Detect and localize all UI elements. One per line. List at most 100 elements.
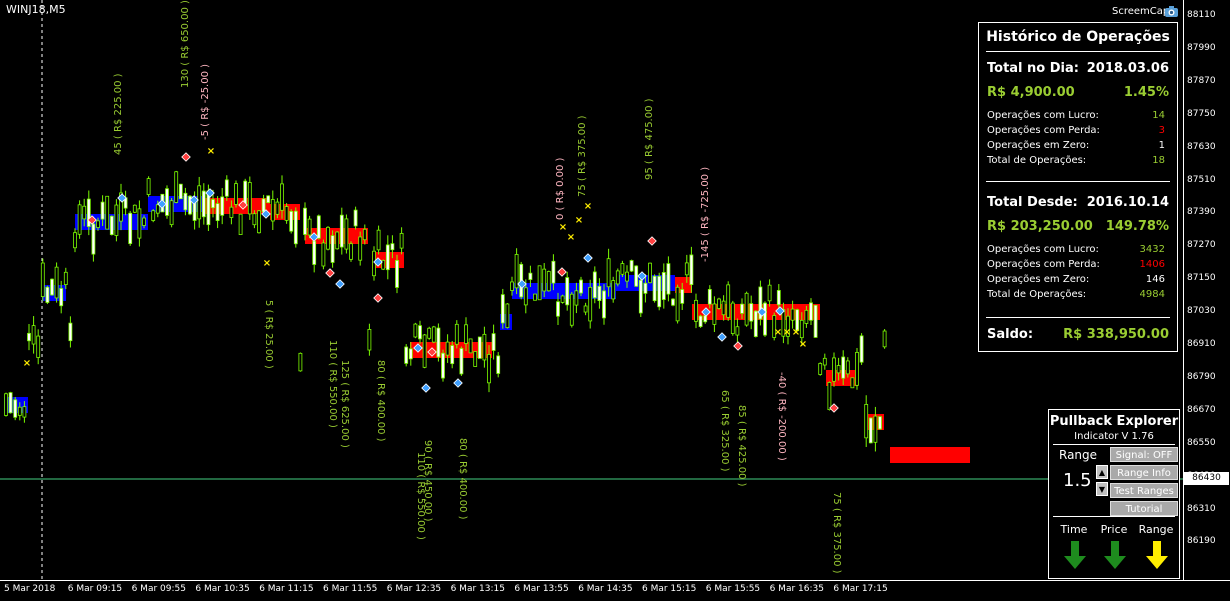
trade-marker <box>325 268 335 278</box>
candle-body <box>638 279 643 314</box>
candle-body <box>335 231 340 250</box>
candle-body <box>344 218 349 250</box>
candle-body <box>468 338 473 354</box>
candle-body <box>505 303 510 329</box>
trade-label: 80 ( R$ 400.00 ) <box>457 438 468 520</box>
test-ranges-button[interactable]: Test Ranges <box>1110 483 1178 498</box>
stat-label: Operações com Perda: <box>987 125 1100 136</box>
time-arrow-down-icon <box>1064 541 1086 569</box>
candle-body <box>431 326 436 343</box>
candle-body <box>404 346 409 364</box>
candle-body <box>142 217 146 226</box>
candle-body <box>726 284 731 318</box>
candle-body <box>813 304 818 338</box>
since-total-label: Total Desde: <box>987 195 1078 210</box>
candle-body <box>832 357 836 382</box>
candle-body <box>413 323 418 338</box>
candle-body <box>17 406 22 416</box>
range-value: 1.5 <box>1063 470 1092 491</box>
candle-body <box>169 200 174 226</box>
range-up-button[interactable]: ▲ <box>1096 465 1108 479</box>
candle-body <box>684 262 689 276</box>
candle-body <box>551 260 556 284</box>
candle-body <box>873 415 878 443</box>
trade-marker <box>453 378 463 388</box>
price-column-label: Price <box>1100 523 1128 536</box>
candle-body <box>809 302 813 321</box>
candle-body <box>675 286 680 322</box>
candle-body <box>767 284 772 302</box>
screemcap-label: ScreemCap <box>1112 6 1170 17</box>
time-tick: 6 Mar 11:15 <box>259 584 314 594</box>
price-scale[interactable]: 88110 87990 87870 87750 87630 87510 87390 87270… <box>1183 0 1230 580</box>
balance-value: R$ 338,950.00 <box>1063 327 1169 342</box>
candle-body <box>882 330 887 348</box>
candle-body <box>330 235 335 263</box>
candle-body <box>137 208 142 239</box>
history-panel: Histórico de Operações Total no Dia: 201… <box>978 22 1178 352</box>
exit-marker: × <box>799 339 807 350</box>
candle-body <box>740 303 744 314</box>
candle-body <box>174 171 179 203</box>
stat-row: Operações com Perda: 3 <box>987 125 1165 136</box>
signal-button[interactable]: Signal: OFF <box>1110 447 1178 462</box>
candle-body <box>776 290 781 306</box>
price-tick: 86190 <box>1187 536 1216 547</box>
camera-icon[interactable] <box>1164 4 1179 19</box>
range-info-button[interactable]: Range Info <box>1110 465 1178 480</box>
candle-body <box>422 334 427 368</box>
candle-body <box>385 244 390 271</box>
candle-body <box>63 271 68 285</box>
candle-body <box>491 333 496 351</box>
time-tick: 6 Mar 12:35 <box>386 584 442 594</box>
since-amount-row: R$ 203,250.00 149.78% <box>987 219 1169 234</box>
trade-label: -40 ( R$ -200.00 ) <box>776 372 787 461</box>
candle-body <box>533 293 537 301</box>
trade-marker <box>583 253 593 263</box>
current-price-badge: 86430 <box>1184 472 1229 485</box>
stat-label: Total de Operações: <box>987 155 1087 166</box>
trade-label: 110 ( R$ 550.00 ) <box>327 340 338 428</box>
candle-body <box>215 203 220 221</box>
tutorial-button[interactable]: Tutorial <box>1110 501 1178 516</box>
candle-body <box>597 285 602 301</box>
day-percent: 1.45% <box>1123 85 1169 100</box>
candle-body <box>151 210 156 221</box>
exit-marker: × <box>792 327 800 338</box>
candle-body <box>224 179 229 197</box>
balance-label: Saldo: <box>987 327 1034 342</box>
candle-body <box>712 303 717 325</box>
candle-body <box>537 265 542 301</box>
time-tick: 6 Mar 13:55 <box>514 584 569 594</box>
exit-marker: × <box>23 358 31 369</box>
candle-body <box>560 295 565 303</box>
candle-body <box>73 232 77 249</box>
candle-body <box>528 272 533 280</box>
price-tick: 87870 <box>1187 75 1216 86</box>
price-tick: 87510 <box>1187 174 1216 185</box>
candle-body <box>500 294 505 324</box>
candle-body <box>238 213 243 235</box>
candle-body <box>298 352 303 372</box>
price-arrow-down-icon <box>1104 541 1126 569</box>
candle-body <box>583 305 588 313</box>
price-tick: 86550 <box>1187 437 1216 448</box>
candle-body <box>197 185 202 220</box>
range-down-button[interactable]: ▼ <box>1096 482 1108 496</box>
time-tick: 6 Mar 16:35 <box>769 584 824 594</box>
candle-body <box>496 355 501 374</box>
candle-body <box>441 352 445 379</box>
candle-body <box>666 263 671 295</box>
candle-body <box>841 356 846 379</box>
candle-body <box>146 178 151 195</box>
trade-label: 85 ( R$ 425.00 ) <box>736 405 747 487</box>
stat-row: Operações com Lucro: 3432 <box>987 244 1165 255</box>
trade-marker <box>557 267 567 277</box>
stat-value: 3 <box>1158 125 1165 136</box>
time-tick: 6 Mar 15:55 <box>705 584 761 594</box>
time-axis[interactable]: 5 Mar 2018 6 Mar 09:15 6 Mar 09:55 6 Mar 10… <box>0 580 1230 601</box>
candle-body <box>634 265 639 287</box>
stat-label: Operações em Zero: <box>987 274 1090 285</box>
price-tick: 87270 <box>1187 240 1216 251</box>
candle-body <box>744 292 749 326</box>
